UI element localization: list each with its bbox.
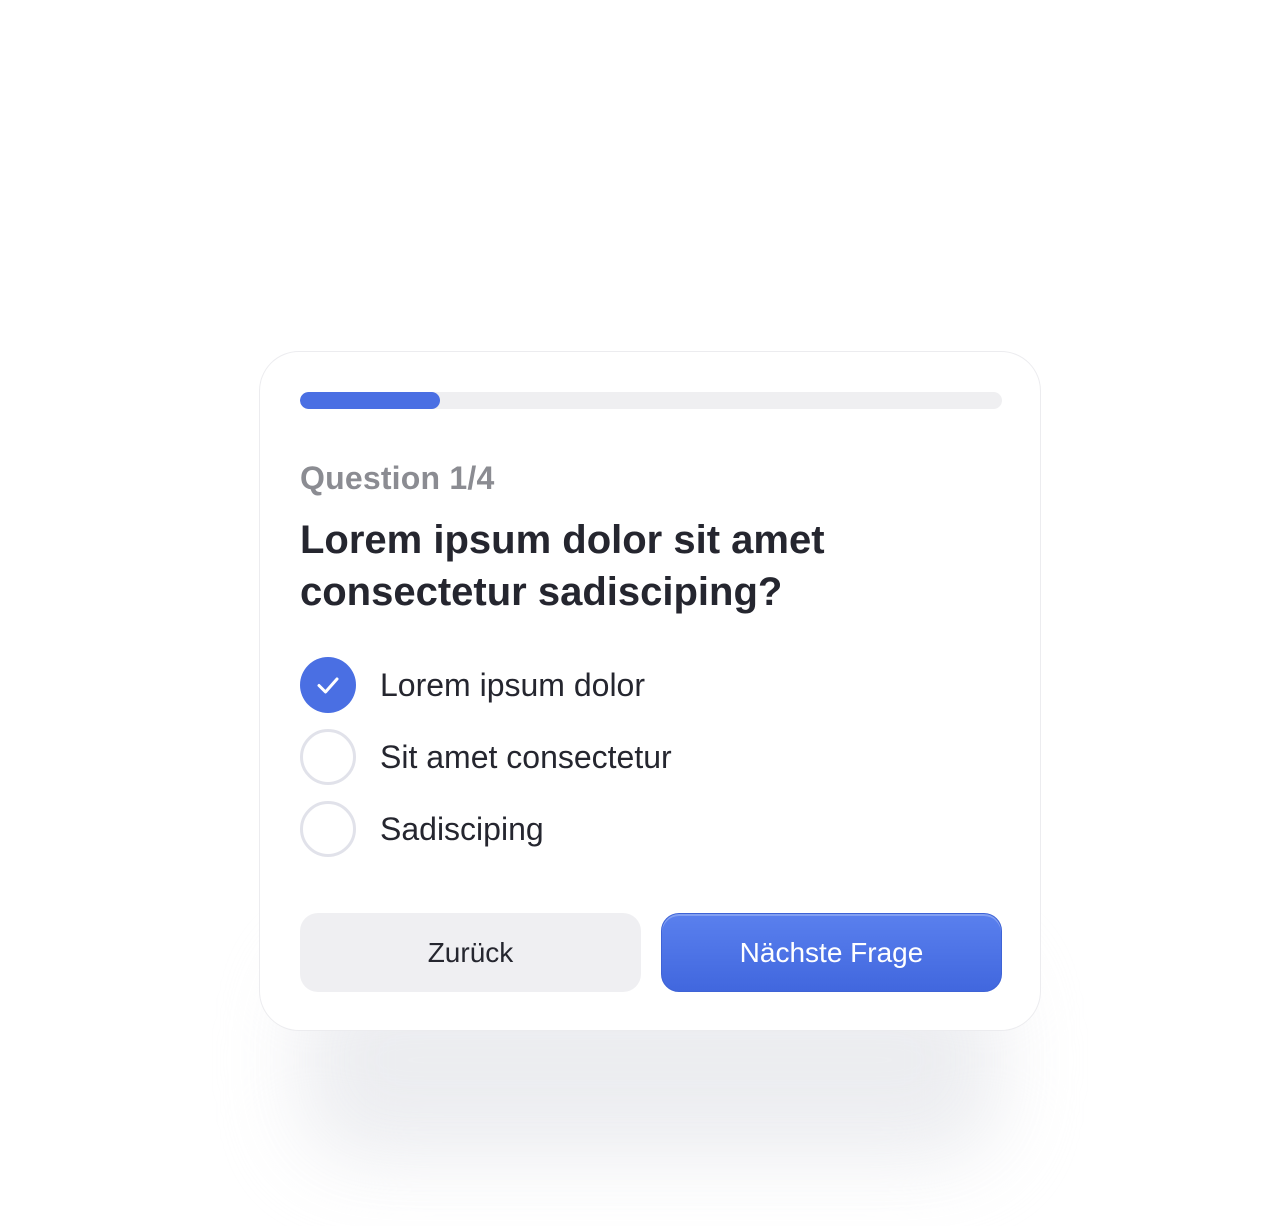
back-button[interactable]: Zurück [300, 913, 641, 992]
answer-options: Lorem ipsum dolor Sit amet consectetur S… [300, 657, 1002, 873]
progress-bar-fill [300, 392, 441, 409]
answer-option-label: Sadisciping [380, 810, 544, 847]
radio-selected[interactable] [300, 657, 356, 713]
page: Question 1/4 Lorem ipsum dolor sit amet … [0, 0, 1272, 1226]
answer-option-3[interactable]: Sadisciping [300, 801, 1002, 857]
radio-unselected[interactable] [300, 801, 356, 857]
answer-option-1[interactable]: Lorem ipsum dolor [300, 657, 1002, 713]
question-text: Lorem ipsum dolor sit amet consectetur s… [300, 518, 825, 614]
check-icon [317, 677, 339, 694]
answer-option-2[interactable]: Sit amet consectetur [300, 729, 1002, 785]
answer-option-label: Lorem ipsum dolor [380, 666, 645, 703]
question-counter: Question 1/4 [300, 460, 495, 496]
quiz-card: Question 1/4 Lorem ipsum dolor sit amet … [259, 351, 1041, 1031]
progress-bar [300, 392, 1002, 409]
next-question-button[interactable]: Nächste Frage [661, 913, 1002, 992]
radio-unselected[interactable] [300, 729, 356, 785]
answer-option-label: Sit amet consectetur [380, 738, 672, 775]
